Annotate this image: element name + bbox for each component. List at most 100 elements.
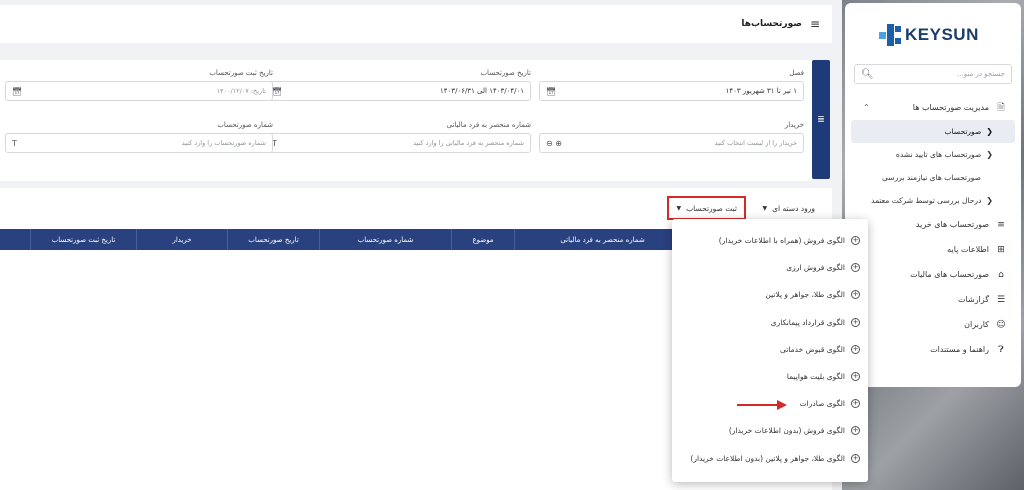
sidebar-sub-item-trusted-review[interactable]: ❮ درحال بررسی توسط شرکت معتمد [845,189,1021,212]
top-bar: ≡ صورتحساب‌ها [0,5,832,43]
dropdown-item[interactable]: + الگوی فروش ارزی [672,254,868,281]
sidebar-group-invoice-management[interactable]: 🗎 مدیریت صورتحساب ها ⌃ [845,95,1021,120]
filter-invoice-number: شماره صورتحساب شماره صورتحساب را وارد کن… [5,121,273,153]
filter-panel: فصل ۱ تیر تا ۳۱ شهریور ۱۴۰۳ 📅︎ تاریخ صور… [0,60,812,181]
sidebar-item-label: صورتحساب های مالیات [910,270,989,279]
plus-circle-icon: + [851,290,860,300]
sidebar-item-base-info[interactable]: ⊞ اطلاعات پایه [845,237,1021,262]
bulk-import-label: ورود دسته ای [772,203,815,213]
column-header[interactable]: تاریخ ثبت صورتحساب [30,229,136,250]
sidebar-item-purchase-invoices[interactable]: ≡ صورتحساب های خرید [845,212,1021,237]
register-date-input[interactable]: تاریخ: ۱۴۰۰/۱۲/۰۷ 📅︎ [5,81,273,101]
bulk-import-button[interactable]: ورود دسته ای ▼ [752,196,822,220]
sidebar-item-label: کاربران [964,320,989,329]
column-header[interactable]: تاریخ صورتحساب [227,229,319,250]
chevron-up-icon: ⌃ [863,103,870,112]
plus-circle-icon: + [851,344,860,354]
sidebar-sub-item-invoice[interactable]: ❮ صورتحساب [851,120,1015,143]
calendar-icon: 📅︎ [272,86,283,96]
dropdown-item[interactable]: + الگوی بلیت هواپیما [672,363,868,390]
dropdown-item-label: الگوی فروش (همراه با اطلاعات خریدار) [718,236,845,246]
plus-circle-icon: + [851,453,860,463]
add-remove-icon[interactable]: ⊖ ⊕ [546,139,562,148]
hamburger-menu-icon[interactable]: ≡ [810,17,820,31]
report-icon: ☰ [996,294,1006,305]
filter-label: تاریخ صورتحساب [480,69,531,77]
filter-label: شماره منحصر به فرد مالیاتی [446,121,531,129]
page-title: صورتحساب‌ها [741,19,802,29]
sidebar-sub-item-needs-review[interactable]: صورتحساب های نیازمند بررسی [845,166,1021,189]
register-invoice-button[interactable]: ثبت صورتحساب ▼ [667,196,746,220]
plus-circle-icon: + [851,399,860,409]
season-value: ۱ تیر تا ۳۱ شهریور ۱۴۰۳ [725,87,797,95]
home-icon: ⌂ [998,269,1004,280]
invoice-date-range-input[interactable]: ۱۴۰۳/۰۴/۰۱ الی ۱۴۰۳/۰۶/۳۱ 📅︎ [265,81,531,101]
sidebar-item-label: صورتحساب های خرید [915,220,989,229]
sidebar-sub-item-label: صورتحساب های تایید نشده [895,150,982,159]
buyer-select[interactable]: خریدار را از لیست انتخاب کنید ⊖ ⊕ [539,133,804,153]
plus-circle-icon: + [851,317,860,327]
column-header[interactable]: خریدار [136,229,227,250]
caret-down-icon: ▼ [762,204,768,212]
sidebar-panel: KEYSUN جستجو در منو... 🔍︎ 🗎 مدیریت صورتح… [845,3,1021,387]
caret-down-icon: ▼ [676,204,682,212]
buyer-placeholder: خریدار را از لیست انتخاب کنید [714,139,797,147]
dropdown-item-label: الگوی فروش ارزی [786,263,845,273]
table-header: شماره منحصر به فرد مالیاتی موضوع شماره ص… [0,229,690,250]
column-header[interactable]: شماره صورتحساب [319,229,451,250]
sidebar-item-label: گزارشات [958,295,989,304]
plus-circle-icon: + [851,236,860,246]
document-icon: 🗎 [997,102,1005,113]
register-date-placeholder: تاریخ: ۱۴۰۰/۱۲/۰۷ [216,87,266,95]
filter-label: فصل [789,69,804,77]
sidebar-item-help[interactable]: ❓︎ راهنما و مستندات [845,337,1021,362]
dropdown-item[interactable]: + الگوی طلا، جواهر و پلاتین (بدون اطلاعا… [672,445,868,472]
dropdown-item[interactable]: + الگوی فروش (همراه با اطلاعات خریدار) [672,227,868,254]
register-invoice-dropdown: + الگوی فروش (همراه با اطلاعات خریدار) +… [672,219,868,482]
sidebar-sub-item-label: درحال بررسی توسط شرکت معتمد [871,196,982,205]
register-invoice-label: ثبت صورتحساب [686,203,737,213]
column-header[interactable]: موضوع [451,229,514,250]
dropdown-item[interactable]: + الگوی فروش (بدون اطلاعات خریدار) [672,417,868,444]
chevron-left-icon: ❮ [986,127,993,136]
sidebar-item-reports[interactable]: ☰ گزارشات [845,287,1021,312]
logo: KEYSUN [879,15,979,55]
dropdown-item-label: الگوی طلا، جواهر و پلاتین [765,290,845,300]
arrow-right-icon [777,400,787,410]
text-icon: T [12,138,17,148]
sidebar-item-label: اطلاعات پایه [947,245,989,254]
dropdown-item-label: الگوی طلا، جواهر و پلاتین (بدون اطلاعات … [690,453,845,463]
dropdown-item[interactable]: + الگوی طلا، جواهر و پلاتین [672,281,868,308]
sidebar: KEYSUN جستجو در منو... 🔍︎ 🗎 مدیریت صورتح… [842,0,1024,490]
chevron-left-icon: ❮ [986,150,993,159]
filter-buyer: خریدار خریدار را از لیست انتخاب کنید ⊖ ⊕ [539,121,804,153]
invoice-number-input[interactable]: شماره صورتحساب را وارد کنید T [5,133,273,153]
fiscal-number-input[interactable]: شماره منحصر به فرد مالیاتی را وارد کنید … [265,133,531,153]
column-header[interactable]: شماره منحصر به فرد مالیاتی [514,229,690,250]
filter-panel-toggle[interactable]: ≣ [812,60,830,179]
sidebar-sub-item-unapproved[interactable]: ❮ صورتحساب های تایید نشده [845,143,1021,166]
calendar-icon: 📅︎ [12,86,23,96]
season-select[interactable]: ۱ تیر تا ۳۱ شهریور ۱۴۰۳ 📅︎ [539,81,804,101]
search-placeholder: جستجو در منو... [957,70,1005,78]
filter-invoice-date: تاریخ صورتحساب ۱۴۰۳/۰۴/۰۱ الی ۱۴۰۳/۰۶/۳۱… [265,69,531,101]
sidebar-item-users[interactable]: ☺ کاربران [845,312,1021,337]
filter-icon: ≣ [817,114,825,125]
sidebar-item-tax-invoices[interactable]: ⌂ صورتحساب های مالیات [845,262,1021,287]
logo-text: KEYSUN [905,25,979,44]
user-icon: ☺ [996,319,1006,330]
filter-label: شماره صورتحساب [217,121,273,129]
dropdown-item-label: الگوی قرارداد پیمانکاری [770,317,845,327]
dropdown-item-label: الگوی قبوض خدماتی [779,344,845,354]
dropdown-item[interactable]: + الگوی قبوض خدماتی [672,336,868,363]
dropdown-item-label: الگوی صادرات [799,399,845,409]
invoice-date-value: ۱۴۰۳/۰۴/۰۱ الی ۱۴۰۳/۰۶/۳۱ [440,87,524,95]
dropdown-item-label: الگوی بلیت هواپیما [786,372,845,382]
plus-circle-icon: + [851,372,860,382]
fiscal-number-placeholder: شماره منحصر به فرد مالیاتی را وارد کنید [413,139,524,147]
dropdown-item[interactable]: + الگوی قرارداد پیمانکاری [672,309,868,336]
grid-icon: ⊞ [997,244,1005,255]
invoice-number-placeholder: شماره صورتحساب را وارد کنید [181,139,266,147]
plus-circle-icon: + [851,426,860,436]
sidebar-search-input[interactable]: جستجو در منو... 🔍︎ [854,64,1012,84]
